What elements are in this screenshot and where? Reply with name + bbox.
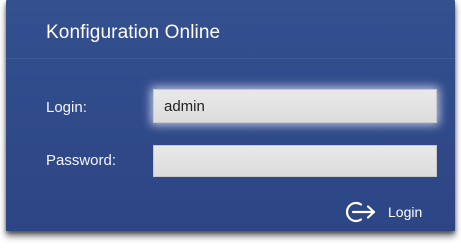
login-button-label: Login (388, 204, 423, 220)
page-title: Konfiguration Online (46, 22, 221, 43)
login-label: Login: (46, 99, 87, 116)
header-divider (6, 58, 455, 59)
login-button[interactable]: Login (345, 198, 422, 226)
password-label: Password: (46, 152, 117, 169)
login-input[interactable] (153, 89, 437, 123)
password-input[interactable] (153, 145, 437, 177)
login-arrow-icon (345, 199, 379, 225)
